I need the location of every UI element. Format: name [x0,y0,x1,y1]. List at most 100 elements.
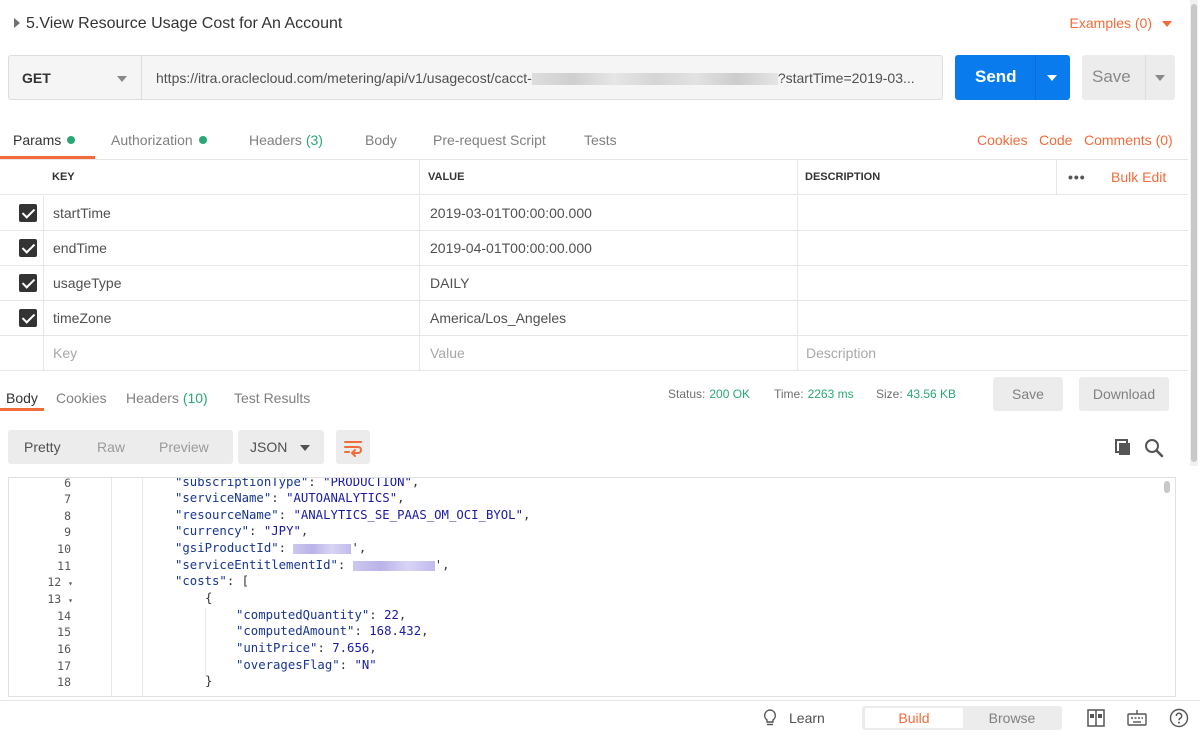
tab-headers[interactable]: Headers (3) [249,132,323,148]
redacted-account-id [531,73,778,86]
column-divider [43,336,44,370]
view-mode-group: Pretty Raw Preview [8,430,233,464]
column-divider [797,160,798,194]
send-button[interactable]: Send [955,55,1070,100]
tab-body[interactable]: Body [365,132,397,148]
response-body-viewer[interactable]: 6 7 8 9 10 11 12 ▾ 13 ▾ 14 15 16 17 18 "… [8,477,1176,697]
help-icon[interactable] [1169,708,1189,728]
param-key[interactable]: startTime [53,196,111,230]
main-scrollbar[interactable] [1190,0,1198,466]
pretty-button[interactable]: Pretty [24,439,61,455]
param-checkbox[interactable] [19,239,37,257]
tab-authorization[interactable]: Authorization [111,132,207,148]
scrollbar-thumb[interactable] [1191,4,1197,462]
save-button[interactable]: Save [1082,55,1175,100]
json-key: "costs" [175,574,227,588]
active-tab-indicator [0,408,44,411]
response-tab-test-results[interactable]: Test Results [234,390,310,406]
send-label: Send [975,67,1017,86]
param-value[interactable]: 2019-04-01T00:00:00.000 [430,231,592,265]
response-tab-body[interactable]: Body [6,390,38,406]
raw-button[interactable]: Raw [97,439,125,455]
more-options-icon[interactable]: ••• [1068,160,1086,194]
active-dot-icon [67,136,76,145]
line-number: 17 [57,659,71,673]
param-checkbox[interactable] [19,274,37,292]
learn-link[interactable]: Learn [789,710,825,726]
code-line: "subscriptionType": "PRODUCTION", [175,477,420,489]
build-button[interactable]: Build [865,708,963,728]
bulk-edit-link[interactable]: Bulk Edit [1111,160,1166,194]
code-scrollbar[interactable] [1163,481,1171,695]
chevron-down-icon [117,76,127,82]
scrollbar-thumb[interactable] [1164,481,1170,493]
code-line: "computedQuantity": 22, [236,608,407,622]
save-response-button[interactable]: Save [993,377,1063,411]
fold-arrow-icon[interactable]: ▾ [68,596,73,605]
response-tab-headers[interactable]: Headers (10) [126,390,208,406]
column-divider [1056,160,1057,194]
method-label: GET [22,70,51,86]
expand-triangle-icon[interactable] [14,18,20,28]
param-key[interactable]: timeZone [53,301,111,335]
column-divider [797,336,798,370]
param-key[interactable]: usageType [53,266,122,300]
fold-arrow-icon[interactable]: ▾ [68,579,73,588]
status-bar: Learn Build Browse [0,700,1200,734]
url-suffix: ?startTime=2019-03... [777,70,915,86]
response-tab-cookies[interactable]: Cookies [56,390,107,406]
tab-headers-label: Headers [249,132,302,148]
save-label: Save [1092,67,1131,86]
line-number: 13 ▾ [47,592,73,606]
comments-link[interactable]: Comments (0) [1084,132,1173,148]
tab-params[interactable]: Params [13,132,76,148]
code-link[interactable]: Code [1039,132,1072,148]
param-key[interactable]: endTime [53,231,107,265]
new-value-input[interactable]: Value [430,336,465,370]
column-divider [797,301,798,335]
send-divider [1035,55,1036,100]
copy-icon[interactable] [1114,438,1134,458]
tab-tests[interactable]: Tests [584,132,617,148]
json-value: 22 [384,608,399,622]
line-number: 11 [57,559,71,573]
browse-button[interactable]: Browse [963,708,1061,728]
wrap-lines-button[interactable] [336,430,370,464]
param-checkbox[interactable] [19,204,37,222]
json-key: "resourceName" [175,508,279,522]
format-select[interactable]: JSON [238,430,324,464]
column-header-value: VALUE [428,171,465,183]
method-select[interactable]: GET [8,55,141,100]
search-icon[interactable] [1144,438,1164,458]
param-value[interactable]: DAILY [430,266,469,300]
download-button[interactable]: Download [1079,377,1169,411]
request-title[interactable]: 5.View Resource Usage Cost for An Accoun… [26,15,342,33]
tab-params-label: Params [13,132,62,148]
code-line: "gsiProductId": ', [175,541,367,555]
line-number-text: 13 [47,592,62,606]
lightbulb-icon[interactable] [762,708,778,728]
param-value[interactable]: America/Los_Angeles [430,301,566,335]
line-number: 9 [64,525,71,539]
chevron-down-icon[interactable] [1155,75,1165,81]
keyboard-shortcuts-icon[interactable] [1127,709,1147,727]
redacted-value [352,560,435,571]
param-checkbox[interactable] [19,309,37,327]
cookies-link[interactable]: Cookies [977,132,1028,148]
two-pane-view-icon[interactable] [1087,709,1105,727]
chevron-down-icon[interactable] [1047,75,1057,81]
tab-pre-request-script[interactable]: Pre-request Script [433,132,546,148]
param-value[interactable]: 2019-03-01T00:00:00.000 [430,196,592,230]
build-browse-toggle: Build Browse [862,706,1062,730]
table-row: endTime 2019-04-01T00:00:00.000 [0,231,1188,266]
new-description-input[interactable]: Description [806,336,876,370]
preview-button[interactable]: Preview [159,439,209,455]
column-divider [797,196,798,230]
column-divider [419,301,420,335]
new-key-input[interactable]: Key [53,336,77,370]
examples-dropdown[interactable]: Examples (0) [1070,15,1172,31]
table-row: startTime 2019-03-01T00:00:00.000 [0,196,1188,231]
url-input[interactable]: https://itra.oraclecloud.com/metering/ap… [141,55,943,100]
json-value: "ANALYTICS_SE_PAAS_OM_OCI_BYOL" [293,508,523,522]
line-number: 7 [64,492,71,506]
